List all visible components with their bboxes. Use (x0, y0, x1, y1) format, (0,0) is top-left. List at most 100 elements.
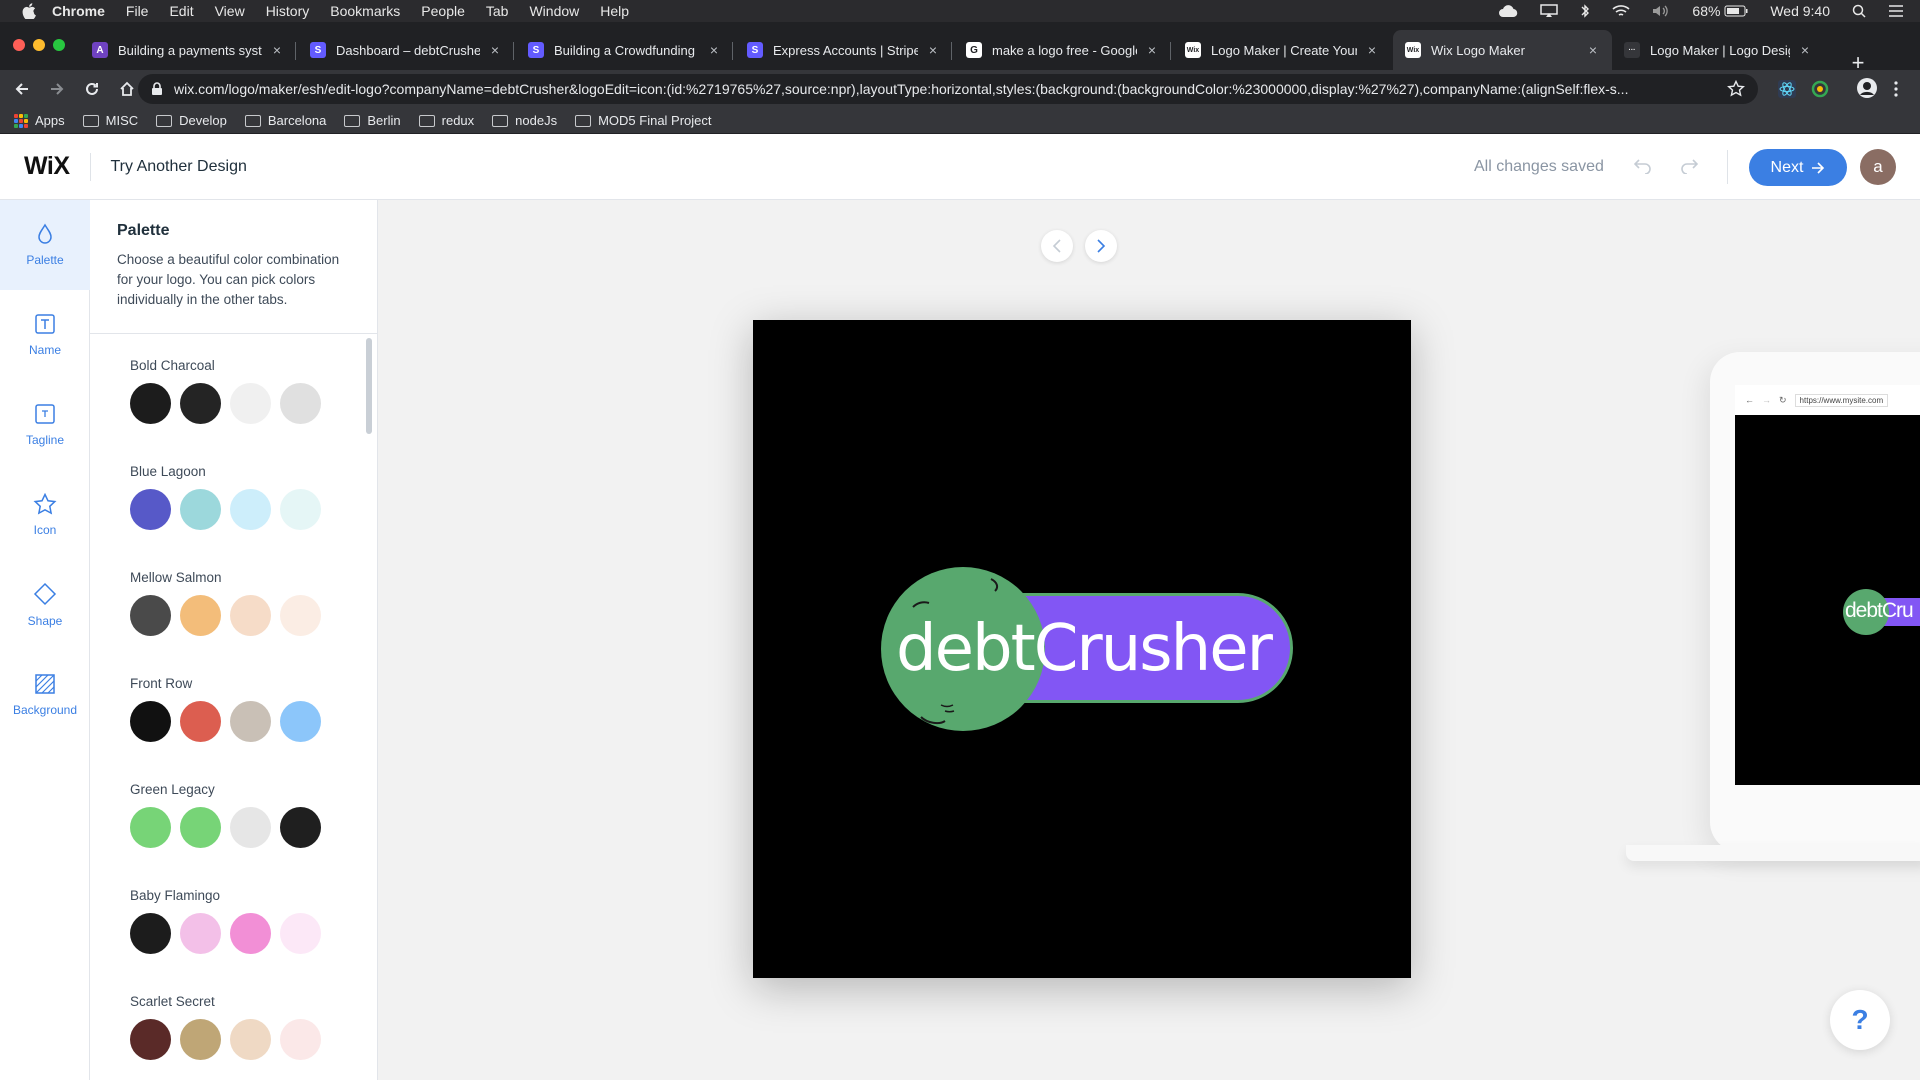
color-swatch[interactable] (130, 913, 171, 954)
color-swatch[interactable] (230, 807, 271, 848)
browser-tab[interactable]: Wix Logo Maker | Create Your C × (1173, 30, 1391, 70)
color-swatch[interactable] (280, 807, 321, 848)
palette-option[interactable]: Blue Lagoon (130, 464, 340, 570)
tab-close-icon[interactable]: × (707, 42, 721, 58)
color-swatch[interactable] (180, 489, 221, 530)
color-swatch[interactable] (130, 701, 171, 742)
rail-tab-tagline[interactable]: Tagline (0, 380, 90, 470)
logo-preview[interactable]: debtCrusher (753, 320, 1411, 978)
tab-close-icon[interactable]: × (270, 42, 284, 58)
close-window-button[interactable] (13, 39, 25, 51)
color-swatch[interactable] (180, 595, 221, 636)
forward-button[interactable] (44, 76, 70, 102)
airplay-icon[interactable] (1540, 4, 1559, 18)
browser-tab[interactable]: Gmake a logo free - Google S × (954, 30, 1171, 70)
help-button[interactable]: ? (1830, 990, 1890, 1050)
bookmark-folder-nodejs[interactable]: nodeJs (492, 113, 557, 128)
color-swatch[interactable] (180, 913, 221, 954)
bookmark-star-icon[interactable] (1726, 80, 1746, 98)
color-swatch[interactable] (130, 383, 171, 424)
rail-tab-name[interactable]: Name (0, 290, 90, 380)
menu-bookmarks[interactable]: Bookmarks (330, 3, 400, 19)
color-swatch[interactable] (130, 489, 171, 530)
menu-view[interactable]: View (215, 3, 245, 19)
redo-button[interactable] (1680, 157, 1699, 180)
color-swatch[interactable] (180, 701, 221, 742)
minimize-window-button[interactable] (33, 39, 45, 51)
color-swatch[interactable] (280, 489, 321, 530)
menu-tab[interactable]: Tab (486, 3, 509, 19)
bookmark-folder-misc[interactable]: MISC (82, 113, 138, 128)
clock[interactable]: Wed 9:40 (1770, 3, 1830, 19)
menu-window[interactable]: Window (529, 3, 579, 19)
rail-tab-icon[interactable]: Icon (0, 470, 90, 560)
previous-design-button[interactable] (1041, 230, 1073, 262)
bookmark-folder-mod5[interactable]: MOD5 Final Project (575, 113, 712, 128)
color-swatch[interactable] (280, 701, 321, 742)
battery-status[interactable]: 68% (1692, 3, 1748, 19)
volume-icon[interactable] (1652, 4, 1670, 18)
undo-button[interactable] (1633, 157, 1652, 180)
tab-close-icon[interactable]: × (488, 42, 502, 58)
maximize-window-button[interactable] (53, 39, 65, 51)
color-swatch[interactable] (280, 383, 321, 424)
menu-help[interactable]: Help (600, 3, 629, 19)
wifi-icon[interactable] (1612, 4, 1630, 18)
cloud-icon[interactable] (1498, 4, 1518, 18)
bookmark-folder-berlin[interactable]: Berlin (344, 113, 401, 128)
palette-option[interactable]: Mellow Salmon (130, 570, 340, 676)
color-swatch[interactable] (230, 489, 271, 530)
apple-icon[interactable] (20, 2, 38, 20)
color-swatch[interactable] (230, 383, 271, 424)
tab-close-icon[interactable]: × (1145, 42, 1159, 58)
menu-people[interactable]: People (421, 3, 465, 19)
menu-edit[interactable]: Edit (169, 3, 193, 19)
browser-tab[interactable]: A Building a payments system × (80, 30, 296, 70)
menu-app-name[interactable]: Chrome (52, 3, 105, 19)
bookmark-folder-barcelona[interactable]: Barcelona (244, 113, 326, 128)
next-design-button[interactable] (1085, 230, 1117, 262)
palette-option[interactable]: Green Legacy (130, 782, 340, 888)
color-swatch[interactable] (230, 595, 271, 636)
browser-tab[interactable]: Wix Wix Logo Maker × (1393, 30, 1612, 70)
color-swatch[interactable] (280, 595, 321, 636)
browser-tab[interactable]: S Building a Crowdfunding Pl × (516, 30, 733, 70)
bluetooth-icon[interactable] (1580, 3, 1590, 19)
home-button[interactable] (114, 76, 140, 102)
rail-tab-shape[interactable]: Shape (0, 560, 90, 650)
avatar[interactable]: a (1860, 149, 1896, 185)
bookmark-folder-develop[interactable]: Develop (156, 113, 227, 128)
color-swatch[interactable] (130, 1019, 171, 1060)
color-swatch[interactable] (230, 913, 271, 954)
palette-option[interactable]: Front Row (130, 676, 340, 782)
menu-file[interactable]: File (126, 3, 149, 19)
palette-option[interactable]: Scarlet Secret (130, 994, 340, 1080)
kebab-menu-icon[interactable] (1893, 80, 1899, 103)
reload-button[interactable] (79, 76, 105, 102)
color-swatch[interactable] (280, 1019, 321, 1060)
palette-option[interactable]: Baby Flamingo (130, 888, 340, 994)
address-url[interactable]: wix.com/logo/maker/esh/edit-logo?company… (174, 81, 1726, 97)
color-swatch[interactable] (280, 913, 321, 954)
color-swatch[interactable] (130, 807, 171, 848)
color-swatch[interactable] (230, 1019, 271, 1060)
back-button[interactable] (9, 76, 35, 102)
rail-tab-background[interactable]: Background (0, 650, 90, 740)
color-swatch[interactable] (180, 807, 221, 848)
next-button[interactable]: Next (1749, 149, 1847, 186)
tab-close-icon[interactable]: × (926, 42, 940, 58)
browser-tab[interactable]: S Express Accounts | Stripe C × (735, 30, 952, 70)
browser-tab[interactable]: S Dashboard – debtCrusher – × (298, 30, 514, 70)
panel-scrollbar[interactable] (366, 338, 372, 434)
try-another-design-link[interactable]: Try Another Design (111, 158, 247, 176)
bookmark-folder-redux[interactable]: redux (418, 113, 474, 128)
color-swatch[interactable] (180, 1019, 221, 1060)
tab-close-icon[interactable]: × (1365, 42, 1379, 58)
tab-close-icon[interactable]: × (1586, 42, 1600, 58)
color-swatch[interactable] (230, 701, 271, 742)
rail-tab-palette[interactable]: Palette (0, 200, 90, 290)
address-bar[interactable]: wix.com/logo/maker/esh/edit-logo?company… (138, 74, 1758, 104)
menu-history[interactable]: History (266, 3, 310, 19)
spotlight-icon[interactable] (1852, 4, 1866, 18)
profile-icon[interactable] (1856, 77, 1878, 104)
